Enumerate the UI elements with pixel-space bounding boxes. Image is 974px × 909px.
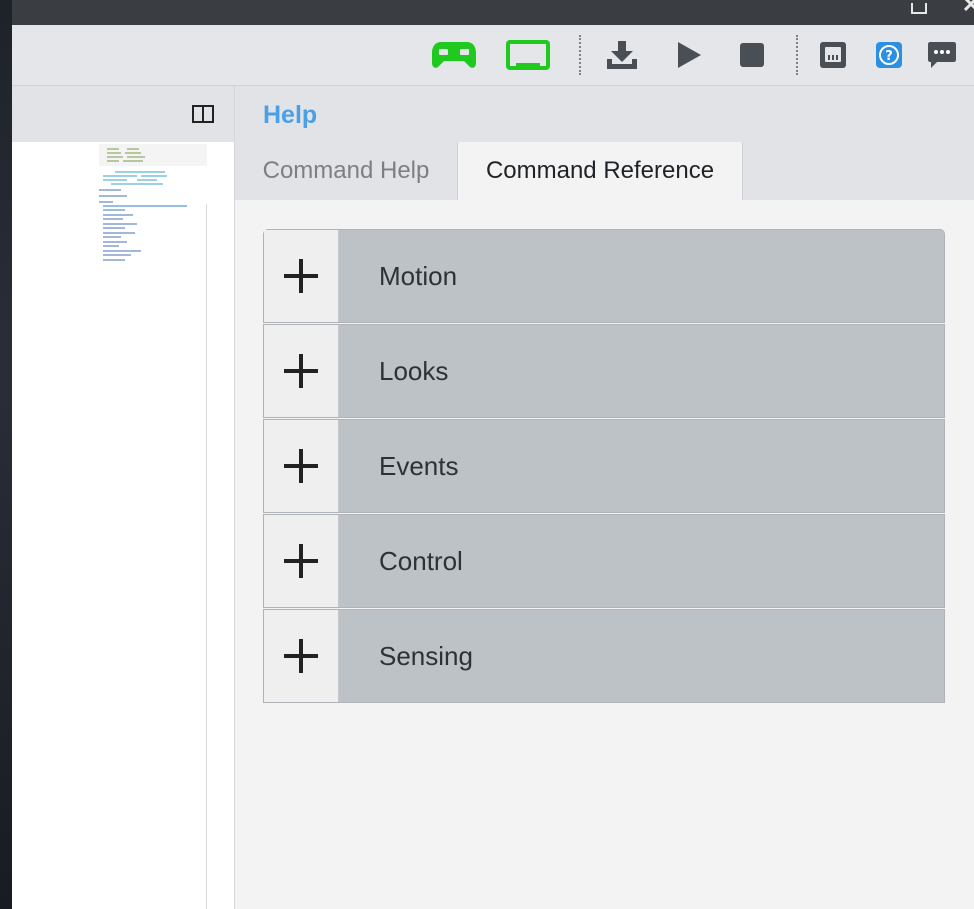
accordion-item-motion[interactable]: Motion	[263, 229, 945, 323]
restore-window-button[interactable]	[906, 0, 932, 22]
sd-card-icon	[820, 42, 846, 68]
svg-text:?: ?	[885, 49, 893, 64]
chat-button[interactable]	[926, 39, 958, 71]
expand-button[interactable]	[264, 610, 339, 702]
app-window: ? Help Command Help Command Reference Mo…	[12, 25, 974, 909]
toolbar-separator	[579, 35, 581, 75]
sd-card-button[interactable]	[817, 39, 849, 71]
toolbar-separator	[796, 35, 798, 75]
code-panel-header	[12, 86, 234, 142]
chat-icon	[928, 42, 956, 68]
command-reference-accordion: Motion Looks Events Control Sensing	[263, 229, 945, 704]
help-tabs: Command Help Command Reference	[235, 142, 974, 200]
accordion-label: Looks	[379, 355, 449, 386]
tab-command-help[interactable]: Command Help	[235, 142, 457, 200]
tab-command-reference[interactable]: Command Reference	[457, 142, 743, 200]
controller-button[interactable]	[430, 39, 478, 71]
expand-button[interactable]	[264, 230, 339, 322]
close-window-button[interactable]: ✕	[956, 0, 974, 17]
restore-icon	[911, 2, 927, 14]
accordion-item-looks[interactable]: Looks	[263, 324, 945, 418]
help-title: Help	[263, 101, 318, 129]
code-panel	[12, 86, 234, 909]
accordion-item-sensing[interactable]: Sensing	[263, 609, 945, 703]
accordion-label: Sensing	[379, 640, 473, 671]
help-icon: ?	[876, 42, 902, 68]
help-button[interactable]: ?	[873, 39, 905, 71]
expand-button[interactable]	[264, 515, 339, 607]
window-titlebar: ✕	[12, 0, 974, 25]
download-icon	[607, 41, 637, 69]
accordion-label: Events	[379, 450, 459, 481]
code-minimap[interactable]	[97, 144, 207, 264]
play-button[interactable]	[674, 39, 704, 71]
stop-icon	[740, 43, 764, 67]
expand-button[interactable]	[264, 420, 339, 512]
gamepad-icon	[432, 42, 476, 68]
toolbar: ?	[12, 25, 974, 86]
help-header: Help	[235, 86, 974, 142]
stop-button[interactable]	[737, 39, 767, 71]
accordion-label: Control	[379, 545, 463, 576]
minimap-divider	[206, 204, 207, 909]
accordion-label: Motion	[379, 260, 458, 291]
expand-button[interactable]	[264, 325, 339, 417]
play-icon	[678, 42, 701, 68]
download-button[interactable]	[604, 39, 640, 71]
accordion-item-control[interactable]: Control	[263, 514, 945, 608]
accordion-item-events[interactable]: Events	[263, 419, 945, 513]
split-view-toggle[interactable]	[192, 105, 214, 123]
device-button[interactable]	[505, 39, 551, 71]
device-screen-icon	[506, 40, 550, 70]
help-panel: Help Command Help Command Reference Moti…	[234, 86, 974, 909]
